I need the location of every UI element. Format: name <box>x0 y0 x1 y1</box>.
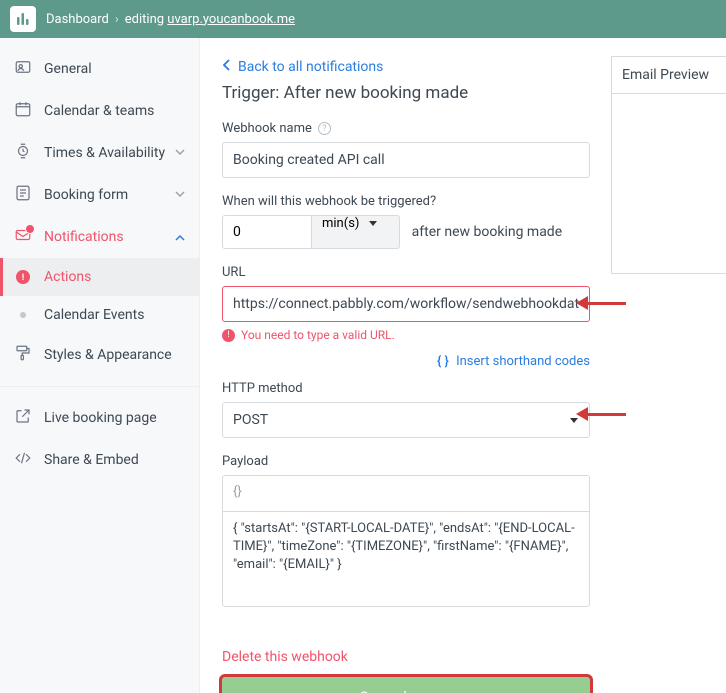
sidebar-label: Live booking page <box>44 410 157 426</box>
sidebar-item-styles[interactable]: Styles & Appearance <box>0 334 199 376</box>
chevron-left-icon <box>222 59 232 75</box>
paint-roller-icon <box>14 344 32 366</box>
sidebar: General Calendar & teams Times & Availab… <box>0 38 200 693</box>
back-link[interactable]: Back to all notifications <box>222 59 383 75</box>
help-icon[interactable]: ? <box>318 122 331 135</box>
webhook-name-input[interactable] <box>222 142 590 178</box>
watch-icon <box>14 142 32 164</box>
back-link-label: Back to all notifications <box>238 59 383 75</box>
url-input[interactable] <box>222 286 590 322</box>
app-logo[interactable] <box>10 6 36 32</box>
alert-badge-icon <box>25 224 35 234</box>
calendar-icon <box>14 100 32 122</box>
alert-dot-icon <box>16 270 30 284</box>
sidebar-sub-actions[interactable]: Actions <box>0 258 199 296</box>
bullet-icon <box>20 312 26 318</box>
sidebar-item-live-page[interactable]: Live booking page <box>0 397 199 439</box>
payload-textarea[interactable] <box>222 511 590 607</box>
shorthand-link-label: Insert shorthand codes <box>456 354 590 369</box>
sidebar-label: Times & Availability <box>44 145 165 161</box>
webhook-name-label: Webhook name ? <box>222 121 590 136</box>
timing-unit-select[interactable]: min(s) <box>312 215 400 249</box>
sidebar-item-general[interactable]: General <box>0 48 199 90</box>
annotation-arrow <box>576 296 626 310</box>
breadcrumb-editing-prefix: editing <box>125 12 164 27</box>
sidebar-item-calendar-teams[interactable]: Calendar & teams <box>0 90 199 132</box>
method-label: HTTP method <box>222 381 590 396</box>
timing-label: When will this webhook be triggered? <box>222 194 590 209</box>
delete-webhook-link[interactable]: Delete this webhook <box>222 649 348 665</box>
sidebar-item-times[interactable]: Times & Availability <box>0 132 199 174</box>
sidebar-label: Booking form <box>44 187 128 203</box>
user-card-icon <box>14 58 32 80</box>
annotation-arrow <box>576 407 626 421</box>
form-icon <box>14 184 32 206</box>
sidebar-item-share-embed[interactable]: Share & Embed <box>0 439 199 481</box>
sidebar-label: General <box>44 61 92 77</box>
sidebar-sub-calendar-events[interactable]: Calendar Events <box>0 296 199 334</box>
timing-unit-label: min(s) <box>322 216 359 231</box>
sidebar-item-booking-form[interactable]: Booking form <box>0 174 199 216</box>
sidebar-item-notifications[interactable]: Notifications <box>0 216 199 258</box>
timing-value-input[interactable] <box>222 215 312 249</box>
sidebar-label: Notifications <box>44 229 124 245</box>
url-label: URL <box>222 265 590 280</box>
chevron-down-icon <box>175 145 185 161</box>
error-icon: ! <box>222 329 235 342</box>
braces-icon: { } <box>437 354 449 369</box>
sidebar-label: Share & Embed <box>44 452 139 468</box>
sidebar-label: Actions <box>44 269 91 285</box>
payload-toolbar: {} <box>222 475 590 511</box>
timing-after-text: after new booking made <box>412 224 562 240</box>
payload-label: Payload <box>222 454 590 469</box>
sidebar-label: Calendar Events <box>44 307 144 323</box>
insert-shorthand-link[interactable]: { } Insert shorthand codes <box>437 354 590 369</box>
external-link-icon <box>14 407 32 429</box>
save-button[interactable]: Save changes <box>222 677 590 693</box>
email-preview-title: Email Preview <box>612 57 726 94</box>
breadcrumb-sep: › <box>115 12 119 27</box>
method-select[interactable] <box>222 402 590 438</box>
chevron-up-icon <box>175 229 185 245</box>
url-error-message: ! You need to type a valid URL. <box>222 328 590 342</box>
sidebar-label: Styles & Appearance <box>44 347 172 363</box>
code-icon <box>14 449 32 471</box>
sidebar-label: Calendar & teams <box>44 103 154 119</box>
caret-down-icon <box>369 221 377 226</box>
chevron-down-icon <box>175 187 185 203</box>
breadcrumb-page-link[interactable]: uvarp.youcanbook.me <box>167 12 295 27</box>
email-preview-panel: Email Preview <box>611 56 726 274</box>
breadcrumb-dashboard[interactable]: Dashboard <box>46 12 109 27</box>
app-header: Dashboard › editing uvarp.youcanbook.me <box>0 0 726 38</box>
main-content: Back to all notifications Trigger: After… <box>200 38 726 693</box>
